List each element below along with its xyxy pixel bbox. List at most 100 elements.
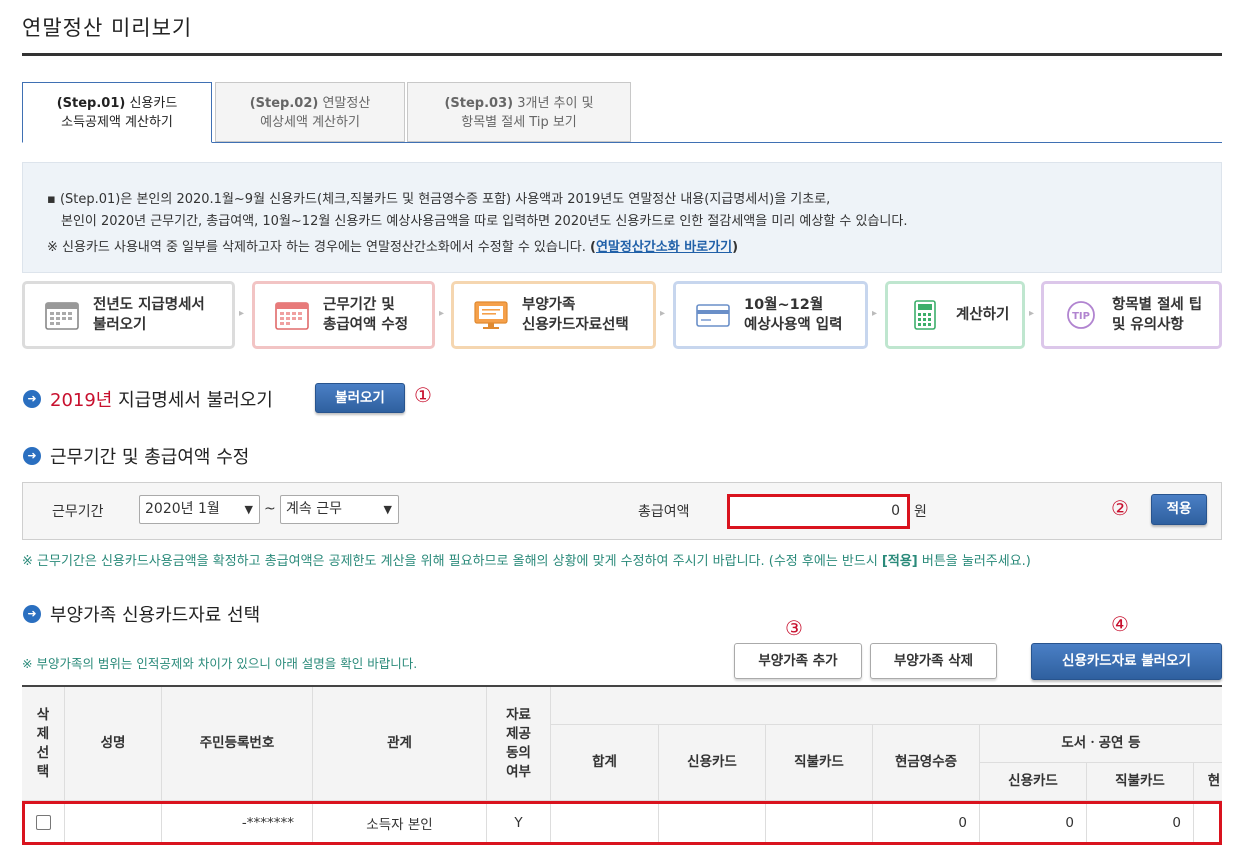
header-relation: 관계 xyxy=(313,687,487,801)
chevron-down-icon: ▼ xyxy=(383,503,392,516)
tab-title-line1: 연말정산 xyxy=(318,96,371,111)
step-label-line1: 전년도 지급명세서 xyxy=(93,297,205,313)
step-label-line1: 부양가족 xyxy=(522,297,576,313)
section-title-dependents: 부양가족 신용카드자료 선택 xyxy=(50,605,261,626)
start-month-value: 2020년 1월 xyxy=(145,501,220,517)
calendar-red-icon xyxy=(275,302,309,330)
header-text: 삭제선택 xyxy=(36,706,50,780)
load-statement-button[interactable]: 불러오기 xyxy=(315,383,405,413)
delete-dependent-button[interactable]: 부양가족 삭제 xyxy=(870,643,997,679)
info-line-3-text: ※ 신용카드 사용내역 중 일부를 삭제하고자 하는 경우에는 연말정산간소화에… xyxy=(47,240,591,255)
header-books-cash: 현 xyxy=(1194,763,1222,801)
tab-step-label: (Step.01) xyxy=(56,96,126,111)
tab-step-01[interactable]: (Step.01) 신용카드 소득공제액 계산하기 xyxy=(22,82,212,143)
section-arrow-icon: ➜ xyxy=(23,447,41,465)
step-arrow-icon: ▸ xyxy=(1029,308,1035,319)
marker-3: ③ xyxy=(785,616,803,640)
tab-step-03[interactable]: (Step.03) 3개년 추이 및 항목별 절세 Tip 보기 xyxy=(407,82,631,142)
header-delete-select: 삭제선택 xyxy=(22,687,65,801)
work-period-note: ※ 근무기간은 신용카드사용금액을 확정하고 총급여액은 공제한도 계산을 위해… xyxy=(22,550,1031,569)
section-title-work-period: 근무기간 및 총급여액 수정 xyxy=(50,447,250,468)
header-credit: 신용카드 xyxy=(659,725,766,801)
step-box-prev-statement: 전년도 지급명세서불러오기 xyxy=(22,281,235,349)
header-books-group: 도서ㆍ공연 등 xyxy=(980,725,1222,763)
add-dependent-button[interactable]: 부양가족 추가 xyxy=(734,643,862,679)
period-tilde: ~ xyxy=(264,501,276,517)
step-box-tips: TIP 항목별 절세 팁및 유의사항 xyxy=(1041,281,1222,349)
tab-title-line2: 예상세액 계산하기 xyxy=(260,115,360,130)
note-bold: [적용] xyxy=(881,554,918,569)
statement-year: 2019년 xyxy=(50,390,113,411)
tab-title-line2: 항목별 절세 Tip 보기 xyxy=(461,115,577,130)
end-month-select[interactable]: 계속 근무 ▼ xyxy=(280,495,399,524)
step-label-line1: 계산하기 xyxy=(956,307,1010,323)
header-debit: 직불카드 xyxy=(766,725,873,801)
total-salary-label: 총급여액 xyxy=(638,504,690,520)
step-box-calculate: 계산하기 xyxy=(885,281,1025,349)
step-box-expected-usage: 10월~12월예상사용액 입력 xyxy=(673,281,868,349)
tip-purple-icon: TIP xyxy=(1067,301,1095,329)
step-box-dependents: 부양가족신용카드자료선택 xyxy=(451,281,656,349)
page-title: 연말정산 미리보기 xyxy=(22,16,193,40)
note-text: ※ 근무기간은 신용카드사용금액을 확정하고 총급여액은 공제한도 계산을 위해… xyxy=(22,554,882,569)
step-arrow-icon: ▸ xyxy=(660,308,666,319)
header-cash: 현금영수증 xyxy=(873,725,980,801)
calculator-green-icon xyxy=(914,300,936,330)
step-arrow-icon: ▸ xyxy=(872,308,878,319)
total-salary-input[interactable]: 0 xyxy=(727,494,910,529)
info-line-3: ※ 신용카드 사용내역 중 일부를 삭제하고자 하는 경우에는 연말정산간소화에… xyxy=(47,236,738,255)
statement-title: 지급명세서 불러오기 xyxy=(112,390,273,411)
step-label-line2: 예상사용액 입력 xyxy=(744,317,843,333)
calendar-gray-icon xyxy=(45,302,79,330)
step-arrow-icon: ▸ xyxy=(439,308,445,319)
marker-1: ① xyxy=(414,383,432,407)
start-month-select[interactable]: 2020년 1월 ▼ xyxy=(139,495,260,524)
work-period-label: 근무기간 xyxy=(52,504,104,520)
step-arrow-icon: ▸ xyxy=(239,308,245,319)
step-label-line2: 및 유의사항 xyxy=(1112,317,1184,333)
header-consent: 자료제공동의여부 xyxy=(487,687,551,801)
marker-2: ② xyxy=(1111,496,1129,520)
svg-text:TIP: TIP xyxy=(1072,311,1090,322)
note-end: 버튼을 눌러주세요.) xyxy=(917,554,1031,569)
header-rrn: 주민등록번호 xyxy=(162,687,313,801)
step-label-line1: 근무기간 및 xyxy=(323,297,395,313)
tab-title-line2: 소득공제액 계산하기 xyxy=(61,115,173,130)
chevron-down-icon: ▼ xyxy=(244,503,253,516)
info-line-1: ▪ (Step.01)은 본인의 2020.1월~9월 신용카드(체크,직불카드… xyxy=(47,192,831,207)
header-books-credit: 신용카드 xyxy=(980,763,1087,801)
info-line-2: 본인이 2020년 근무기간, 총급여액, 10월~12월 신용카드 예상사용금… xyxy=(61,214,908,229)
card-blue-icon xyxy=(696,304,730,327)
header-books-debit: 직불카드 xyxy=(1087,763,1194,801)
step-box-work-period: 근무기간 및총급여액 수정 xyxy=(252,281,435,349)
load-card-data-button[interactable]: 신용카드자료 불러오기 xyxy=(1031,643,1222,680)
step-label-line1: 항목별 절세 팁 xyxy=(1112,297,1203,313)
dependents-note: ※ 부양가족의 범위는 인적공제와 차이가 있으니 아래 설명을 확인 바랍니다… xyxy=(22,656,418,671)
tab-title-line1: 신용카드 xyxy=(125,96,178,111)
end-month-value: 계속 근무 xyxy=(286,501,342,517)
info-box: ▪ (Step.01)은 본인의 2020.1월~9월 신용카드(체크,직불카드… xyxy=(22,162,1222,273)
monitor-orange-icon xyxy=(474,301,508,329)
step-label-line1: 10월~12월 xyxy=(744,297,824,313)
info-paren-close: ) xyxy=(732,240,739,255)
tab-step-label: (Step.02) xyxy=(249,96,319,111)
header-name: 성명 xyxy=(65,687,162,801)
apply-button[interactable]: 적용 xyxy=(1151,494,1207,525)
tab-step-02[interactable]: (Step.02) 연말정산 예상세액 계산하기 xyxy=(215,82,405,142)
section-arrow-icon: ➜ xyxy=(23,605,41,623)
won-unit: 원 xyxy=(914,504,927,520)
simplified-service-link[interactable]: 연말정산간소화 바로가기 xyxy=(596,240,732,255)
header-total: 합계 xyxy=(551,725,659,801)
section-title-statement: 2019년 지급명세서 불러오기 xyxy=(50,386,273,412)
header-top-spacer xyxy=(551,687,1222,725)
step-label-line2: 불러오기 xyxy=(93,317,147,333)
row-highlight-box xyxy=(22,801,1222,845)
tab-title-line1: 3개년 추이 및 xyxy=(513,96,594,111)
marker-4: ④ xyxy=(1111,612,1129,636)
step-label-line2: 총급여액 수정 xyxy=(323,317,409,333)
title-divider xyxy=(22,53,1222,56)
step-label-line2: 신용카드자료선택 xyxy=(522,317,629,333)
tab-step-label: (Step.03) xyxy=(444,96,514,111)
header-text: 자료제공동의여부 xyxy=(506,706,531,780)
section-arrow-icon: ➜ xyxy=(23,390,41,408)
